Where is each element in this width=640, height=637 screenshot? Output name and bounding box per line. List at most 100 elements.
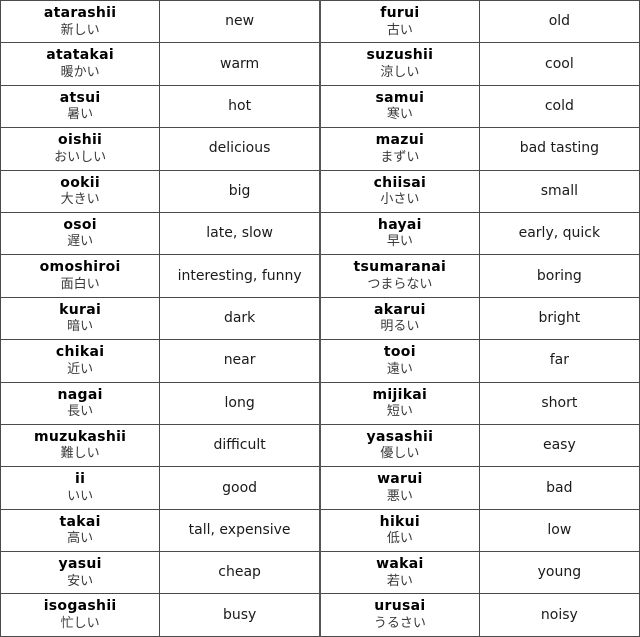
term-cell-left: takai 高い	[0, 508, 161, 553]
romaji-text: ookii	[60, 174, 100, 191]
term-group: samui 寒い	[322, 89, 478, 124]
kana-text: 寒い	[386, 107, 413, 123]
term-cell-right: furui 古い	[318, 0, 480, 44]
meaning-cell-right: easy	[478, 423, 640, 468]
term-cell-right: mijikai 短い	[318, 381, 480, 425]
romaji-text: omoshiroi	[39, 259, 121, 276]
romaji-text: chiisai	[373, 174, 427, 191]
table-row: oishii おいしい delicious mazui まずい bad tasting	[0, 127, 640, 171]
vocabulary-table: atarashii 新しい new furui 古い old atatakai 暖かい warm…	[0, 0, 640, 637]
meaning-text: bad tasting	[519, 140, 600, 157]
term-group: muzukashii 難しい	[2, 428, 159, 463]
table-row: nagai 長い long mijikai 短い short	[0, 381, 640, 425]
meaning-cell-left: difficult	[159, 423, 321, 468]
romaji-text: hikui	[379, 513, 421, 530]
romaji-text: samui	[375, 89, 425, 106]
romaji-text: yasashii	[366, 428, 434, 445]
term-group: isogashii 忙しい	[2, 597, 159, 632]
kana-text: 面白い	[60, 276, 100, 292]
kana-text: まずい	[380, 149, 420, 165]
term-group: ii いい	[2, 470, 159, 505]
table-row: atarashii 新しい new furui 古い old	[0, 0, 640, 44]
table-row: isogashii 忙しい busy urusai うるさい noisy	[0, 593, 640, 637]
romaji-text: tsumaranai	[353, 259, 447, 276]
meaning-text: far	[549, 352, 569, 369]
kana-text: 遅い	[67, 234, 94, 250]
kana-text: 悪い	[386, 488, 413, 504]
kana-text: うるさい	[373, 615, 426, 631]
meaning-cell-right: boring	[478, 254, 640, 298]
meaning-text: low	[547, 521, 572, 538]
romaji-text: tooi	[383, 344, 416, 361]
kana-text: いい	[67, 488, 94, 504]
romaji-text: takai	[59, 513, 101, 530]
kana-text: 高い	[67, 531, 94, 547]
meaning-cell-right: bad	[478, 466, 640, 510]
kana-text: 遠い	[386, 361, 413, 377]
kana-text: 涼しい	[380, 64, 420, 80]
meaning-text: near	[223, 352, 256, 369]
romaji-text: akarui	[374, 301, 426, 318]
term-cell-left: kurai 暗い	[0, 296, 161, 341]
term-group: nagai 長い	[2, 386, 159, 421]
table-row: ii いい good warui 悪い bad	[0, 466, 640, 510]
term-cell-right: urusai うるさい	[318, 593, 480, 637]
meaning-cell-right: small	[478, 169, 640, 213]
kana-text: おいしい	[54, 149, 107, 165]
kana-text: 近い	[67, 361, 94, 377]
term-group: atsui 暑い	[2, 89, 159, 124]
kana-text: 忙しい	[60, 615, 100, 631]
meaning-cell-left: tall, expensive	[159, 508, 321, 553]
meaning-cell-left: long	[159, 381, 321, 425]
meaning-text: new	[225, 13, 255, 30]
meaning-text: bad	[546, 479, 573, 496]
kana-text: 古い	[386, 22, 413, 38]
meaning-cell-left: interesting, funny	[159, 254, 321, 298]
term-cell-right: akarui 明るい	[318, 296, 480, 341]
term-group: ookii 大きい	[2, 174, 159, 209]
kana-text: 低い	[386, 531, 413, 547]
romaji-text: osoi	[63, 216, 97, 233]
term-group: warui 悪い	[322, 470, 478, 505]
vocabulary-table-body: atarashii 新しい new furui 古い old atatakai 暖かい warm…	[0, 0, 640, 637]
term-cell-left: atatakai 暖かい	[0, 42, 161, 86]
romaji-text: warui	[377, 471, 423, 488]
term-cell-left: atsui 暑い	[0, 84, 161, 129]
kana-text: つまらない	[367, 276, 433, 292]
term-cell-right: mazui まずい	[318, 127, 480, 171]
term-group: urusai うるさい	[322, 597, 478, 632]
term-cell-right: tooi 遠い	[318, 339, 480, 383]
meaning-text: cool	[545, 55, 574, 72]
term-group: yasashii 優しい	[322, 428, 478, 463]
romaji-text: nagai	[57, 386, 103, 403]
term-group: hayai 早い	[322, 216, 478, 251]
romaji-text: muzukashii	[33, 428, 127, 445]
term-cell-right: hayai 早い	[318, 211, 480, 256]
term-group: wakai 若い	[322, 555, 478, 590]
romaji-text: atarashii	[43, 5, 117, 21]
romaji-text: suzushii	[366, 47, 434, 64]
term-cell-left: muzukashii 難しい	[0, 423, 161, 468]
romaji-text: furui	[380, 5, 420, 21]
meaning-text: short	[541, 394, 578, 411]
meaning-cell-right: bright	[478, 296, 640, 341]
table-row: muzukashii 難しい difficult yasashii 優しい easy	[0, 423, 640, 468]
term-group: chiisai 小さい	[322, 174, 478, 209]
term-group: atatakai 暖かい	[2, 46, 159, 81]
term-cell-left: isogashii 忙しい	[0, 593, 161, 637]
term-cell-right: chiisai 小さい	[318, 169, 480, 213]
term-cell-left: nagai 長い	[0, 381, 161, 425]
term-cell-right: hikui 低い	[318, 508, 480, 553]
table-row: atatakai 暖かい warm suzushii 涼しい cool	[0, 42, 640, 86]
meaning-cell-left: new	[159, 0, 321, 44]
romaji-text: wakai	[376, 556, 424, 573]
term-group: takai 高い	[2, 513, 159, 548]
term-group: omoshiroi 面白い	[2, 258, 159, 293]
term-group: yasui 安い	[2, 555, 159, 590]
table-row: kurai 暗い dark akarui 明るい bright	[0, 296, 640, 341]
meaning-text: delicious	[208, 140, 271, 157]
term-cell-right: suzushii 涼しい	[318, 42, 480, 86]
meaning-cell-right: bad tasting	[478, 127, 640, 171]
romaji-text: isogashii	[43, 598, 117, 615]
term-group: atarashii 新しい	[2, 4, 159, 39]
